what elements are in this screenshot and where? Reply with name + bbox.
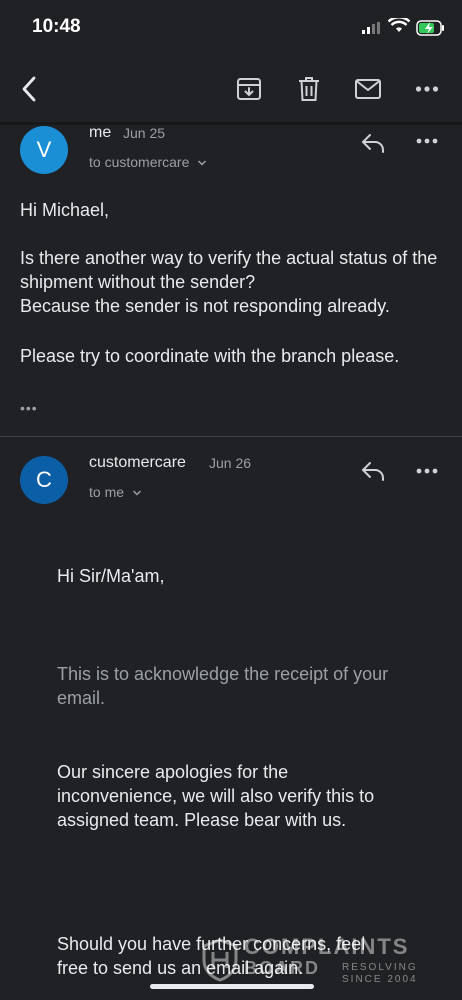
trash-icon [299,77,319,101]
message-divider [0,436,462,437]
wifi-icon [388,18,410,32]
archive-icon [237,78,261,100]
message-paragraph: Is there another way to verify the actua… [20,248,438,292]
watermark-tagline-b: SINCE 2004 [342,974,418,985]
watermark-tagline-a: RESOLVING [342,962,418,973]
sender-name: me [89,124,112,141]
message-date: Jun 25 [123,125,166,141]
recipient-line: to customercare [89,154,190,170]
avatar-letter: V [36,137,52,162]
recipient-details-toggle[interactable]: to customercare [89,154,207,170]
chevron-down-icon [198,160,207,166]
watermark-text: COMPLAINTS [244,934,410,959]
status-bar: 10:48 [0,0,462,58]
message-date: Jun 26 [209,455,252,471]
more-options-button[interactable] [410,72,444,106]
toolbar [0,58,462,122]
signal-icon [362,22,380,34]
shield-logo [202,938,238,982]
battery-charging-icon [416,20,444,36]
message-paragraph: Our sincere apologies for the inconvenie… [57,762,375,830]
toolbar-divider [0,122,462,125]
sender-name: customercare [89,454,186,471]
message-paragraph: Because the sender is not responding alr… [20,296,390,316]
recipient-details-toggle[interactable]: to me [89,484,142,500]
reply-button[interactable] [358,456,388,486]
mail-icon [355,79,381,99]
more-horizontal-icon [415,86,439,92]
message-more-button[interactable] [412,126,442,156]
more-horizontal-icon [416,138,438,144]
reply-button[interactable] [358,128,388,158]
reply-icon [362,462,384,481]
home-indicator[interactable] [150,984,314,989]
status-time: 10:48 [32,16,81,37]
avatar-letter: C [36,467,52,492]
back-button[interactable] [12,72,46,106]
reply-icon [362,134,384,153]
message-paragraph: Please try to coordinate with the branch… [20,346,400,366]
message-more-button[interactable] [412,456,442,486]
watermark-text: BOARD [244,958,320,978]
recipient-line: to me [89,484,125,500]
avatar[interactable]: C [20,456,68,504]
message-greeting: Hi Sir/Ma'am, [57,566,165,586]
delete-button[interactable] [292,72,326,106]
message-paragraph: This is to acknowledge the receipt of yo… [57,664,389,708]
watermark: COMPLAINTS BOARD RESOLVING SINCE 2004 [200,928,430,988]
show-trimmed-content-button[interactable]: ••• [20,400,38,416]
watermark-tagline: RESOLVING SINCE 2004 [342,962,418,986]
avatar[interactable]: V [20,126,68,174]
message-greeting: Hi Michael, [20,200,110,220]
more-horizontal-icon [416,468,438,474]
mark-unread-button[interactable] [351,72,385,106]
chevron-down-icon [132,490,141,496]
chevron-left-icon [22,76,36,102]
archive-button[interactable] [232,72,266,106]
